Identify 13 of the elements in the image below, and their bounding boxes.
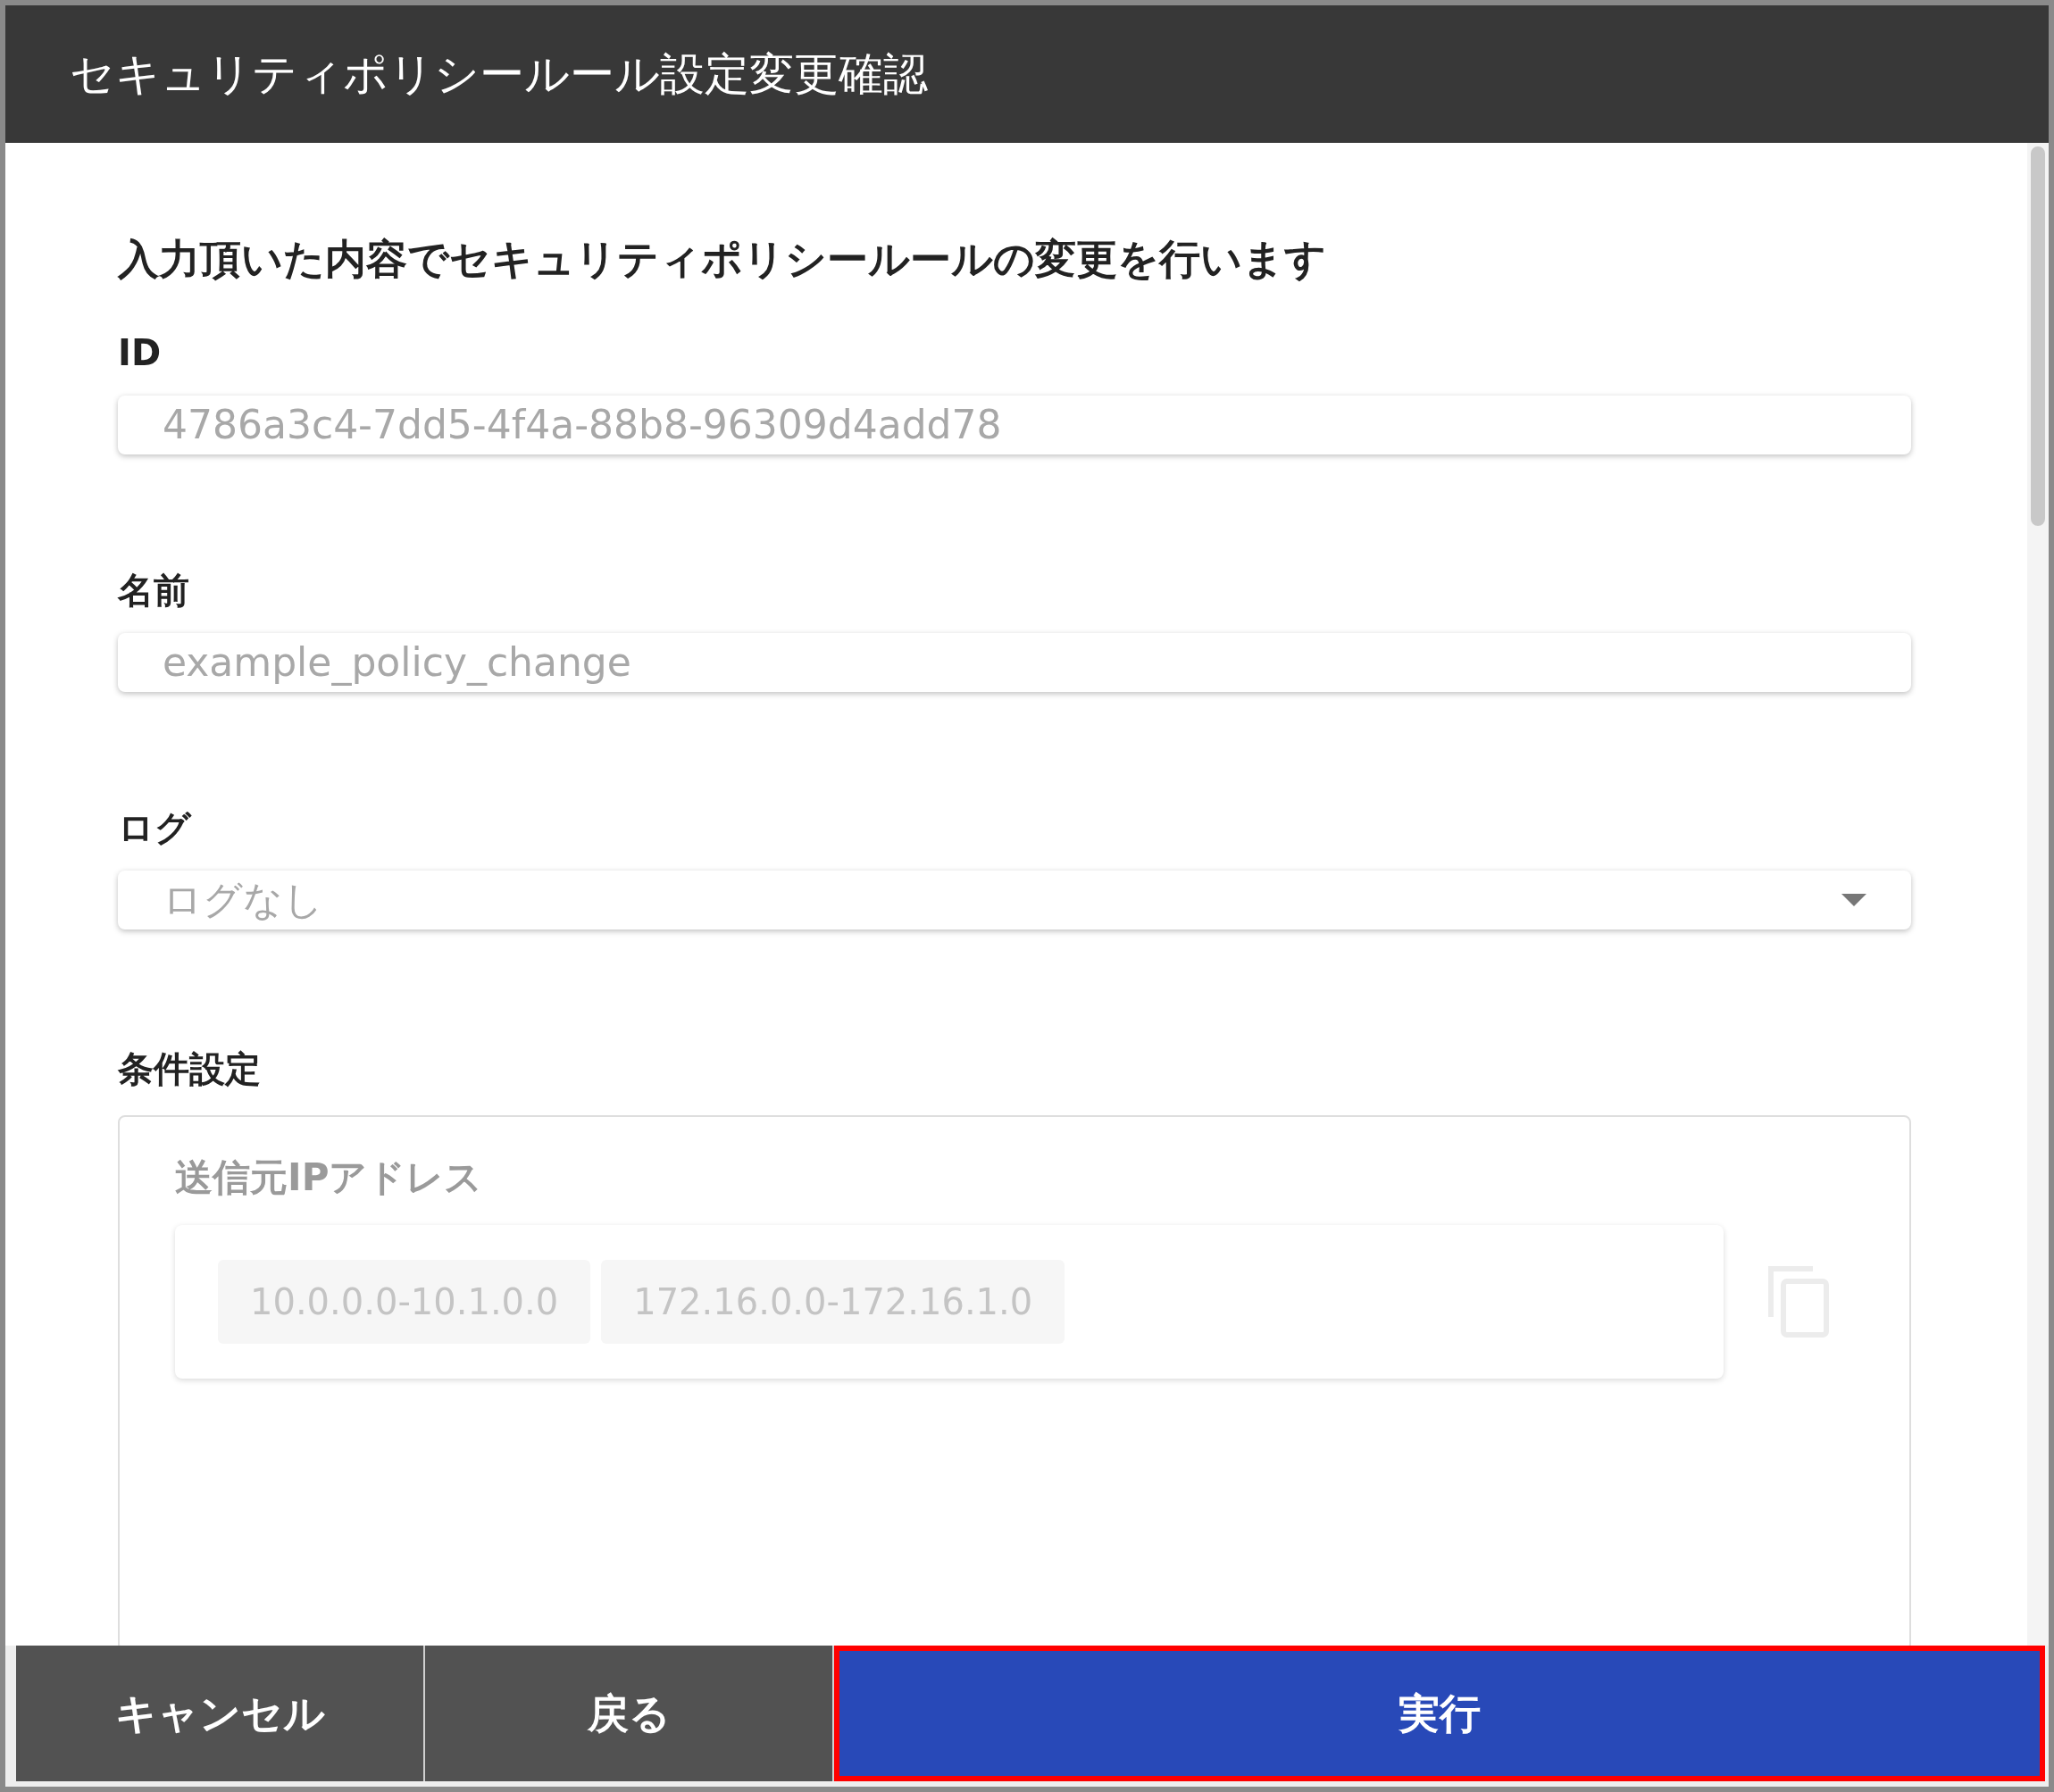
scrollbar[interactable] bbox=[2027, 143, 2049, 1646]
instruction-text: 入力頂いた内容でセキュリティポリシールールの変更を行います bbox=[118, 234, 1327, 285]
group-label: 送信元IPアドレス bbox=[175, 1154, 484, 1201]
field-label: ログ bbox=[118, 806, 193, 850]
scrollbar-thumb[interactable] bbox=[2031, 146, 2045, 526]
section-label: 条件設定 bbox=[118, 1047, 262, 1091]
cancel-button[interactable]: キャンセル bbox=[16, 1646, 425, 1781]
execute-button[interactable]: 実行 bbox=[834, 1646, 2045, 1781]
back-button[interactable]: 戻る bbox=[425, 1646, 834, 1781]
dropdown-caret-icon bbox=[1841, 894, 1866, 906]
field-label: 名前 bbox=[118, 569, 190, 613]
dialog-title: セキュリティポリシールール設定変更確認 bbox=[70, 46, 928, 102]
field-label: ID bbox=[118, 331, 163, 375]
